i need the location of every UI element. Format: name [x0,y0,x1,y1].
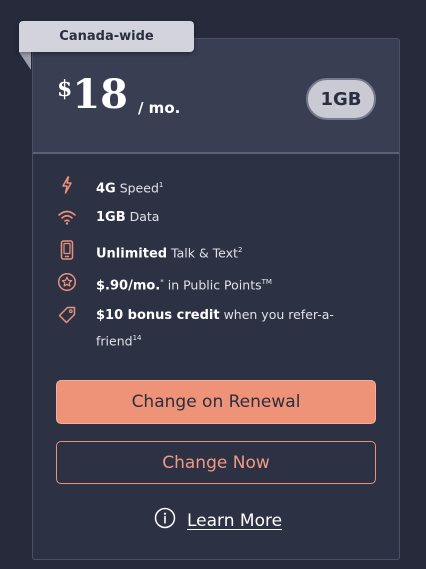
wifi-icon [56,206,78,228]
star-badge-icon [56,271,78,293]
tag-icon [56,304,78,326]
change-now-button[interactable]: Change Now [56,441,376,484]
feature-bold: $.90/mo. [96,278,161,294]
learn-more-label[interactable]: Learn More [187,511,282,531]
price-amount: 18 [72,71,128,118]
data-amount-badge: 1GB [306,78,376,120]
feature-text-continued: friend [96,333,133,349]
tag-fold [19,52,31,70]
feature-text: Speed [115,180,159,196]
feature-bold: 1GB [96,210,126,225]
currency-symbol: $ [57,76,73,102]
feature-text: when you refer-a- [219,307,334,322]
footnote: 2 [237,246,243,254]
feature-referral: $10 bonus credit when you refer-a-friend… [56,304,376,353]
info-icon [154,507,176,534]
feature-bold: 4G [96,181,116,197]
feature-bold: $10 bonus credit [96,308,220,323]
feature-text: in Public Points [163,277,262,293]
region-tag: Canada-wide [19,21,194,52]
footnote: 14 [132,334,142,342]
feature-data: 1GB Data [56,206,159,229]
footnote: 1 [158,181,164,189]
trademark: TM [261,278,272,286]
feature-points: $.90/mo.* in Public PointsTM [56,271,272,297]
feature-bold: Unlimited [96,246,168,262]
feature-talk-text: Unlimited Talk & Text2 [56,239,242,265]
feature-text: Talk & Text [167,245,238,261]
feature-text: Data [125,209,160,224]
change-on-renewal-button[interactable]: Change on Renewal [56,380,376,424]
price-period: / mo. [137,99,181,117]
phone-icon [56,239,78,261]
plan-price: $ 18 / mo. [57,72,180,118]
lightning-bolt-icon [56,174,78,196]
feature-speed: 4G Speed1 [56,174,163,200]
learn-more-link[interactable]: Learn More [154,507,282,534]
